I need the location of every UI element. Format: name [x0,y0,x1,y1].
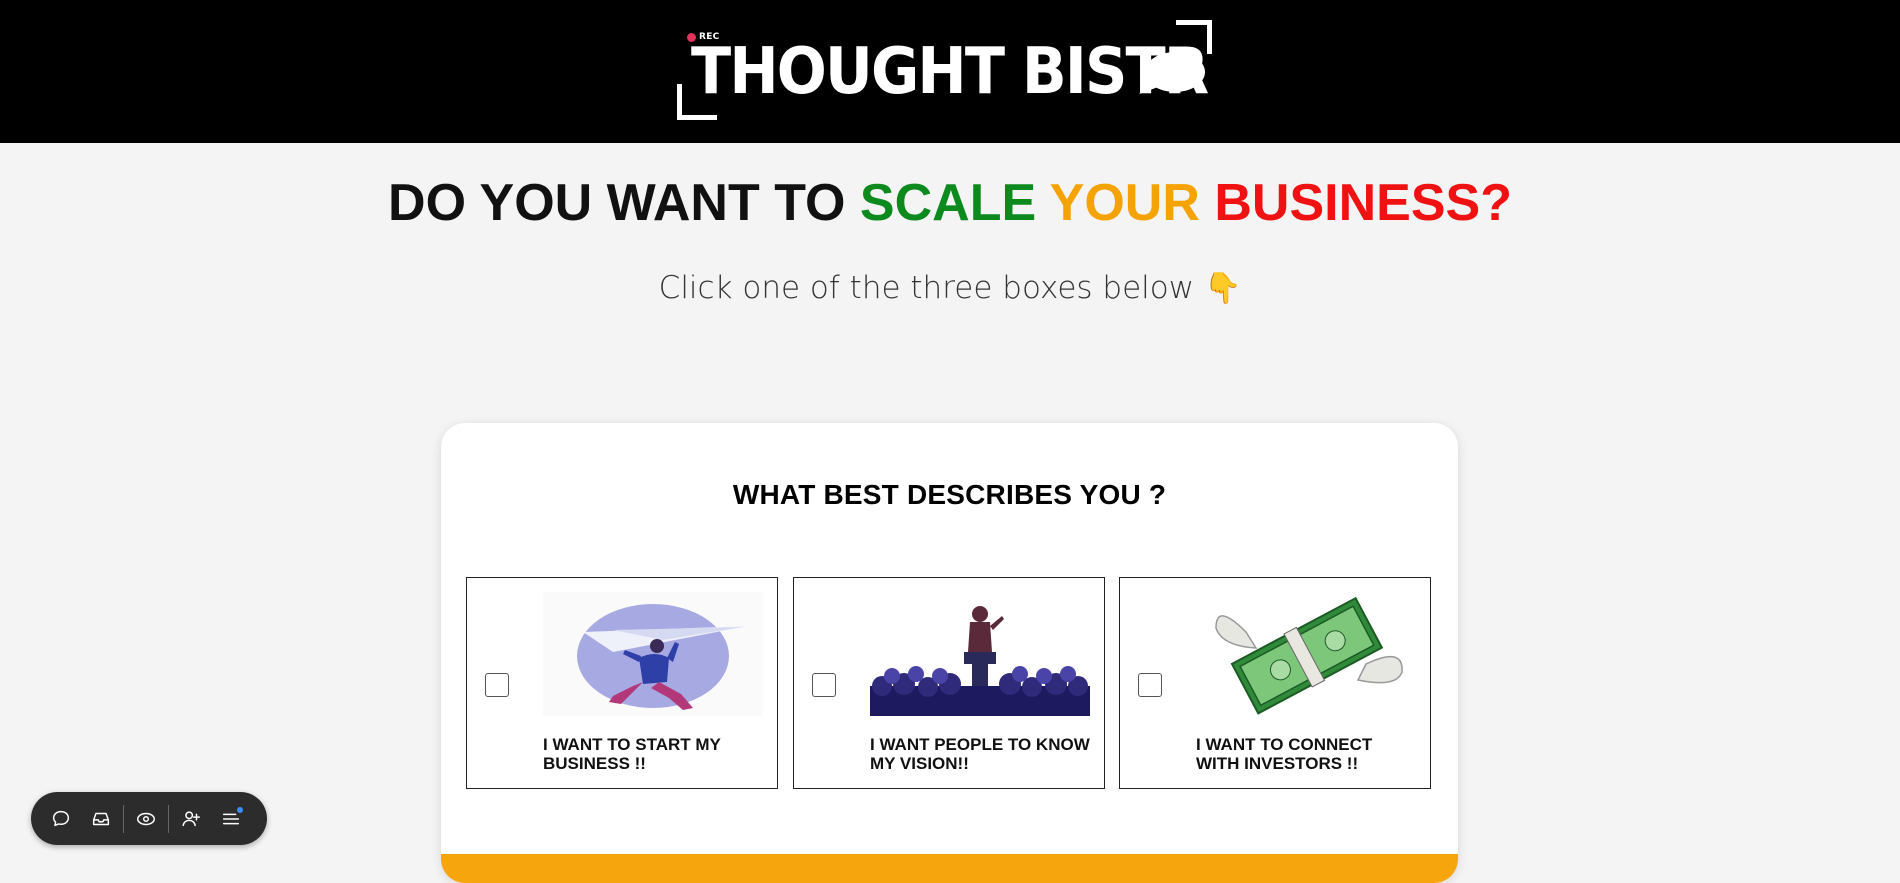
chat-button[interactable] [41,799,81,839]
toolbar-divider [123,804,124,833]
eye-icon [137,812,155,825]
hero-word-scale: SCALE [859,174,1050,232]
hero-word-business: BUSINESS? [1214,174,1512,232]
chat-icon [52,810,70,826]
card-title: WHAT BEST DESCRIBES YOU ? [732,479,1167,510]
option-checkbox[interactable] [812,673,836,697]
selection-card: WHAT BEST DESCRIBES YOU ? I WANT TO STAR… [441,423,1458,883]
paper-plane-runner-icon [543,592,763,716]
site-header: REC THOUGHT BISTR [0,0,1900,143]
option-checkbox[interactable] [485,673,509,697]
hero-word-your: YOUR [1049,174,1215,232]
subtitle-text: Click one of the three boxes below [658,270,1195,306]
speaker-crowd-icon [870,592,1090,716]
option-label: I WANT TO START MY BUSINESS !! [543,735,721,773]
toolbar-divider [168,804,169,833]
option-label: I WANT PEOPLE TO KNOW MY VISION!! [870,735,1090,773]
option-start-business[interactable]: I WANT TO START MY BUSINESS !! [466,577,778,789]
hero-subtitle: Click one of the three boxes below 👇 [0,270,1900,306]
logo-text: THOUGHT BISTR [691,35,1209,109]
pointing-down-hand-icon: 👇 [1203,271,1242,306]
view-button[interactable] [126,799,166,839]
floating-toolbar [31,792,267,845]
flying-money-icon [1196,592,1416,716]
option-label: I WANT TO CONNECT WITH INVESTORS !! [1196,735,1373,773]
menu-button[interactable] [211,799,251,839]
inbox-button[interactable] [81,799,121,839]
option-connect-investors[interactable]: I WANT TO CONNECT WITH INVESTORS !! [1119,577,1431,789]
thought-bistro-logo[interactable]: REC THOUGHT BISTR [677,18,1217,123]
hero-word-1: DO YOU WANT TO [388,174,860,232]
speech-bubble-icon [1139,52,1205,94]
option-share-vision[interactable]: I WANT PEOPLE TO KNOW MY VISION!! [793,577,1105,789]
inbox-icon [92,812,110,825]
add-user-icon [182,810,200,826]
add-user-button[interactable] [171,799,211,839]
option-checkbox[interactable] [1138,673,1162,697]
hero-title: DO YOU WANT TO SCALE YOUR BUSINESS? [0,172,1900,234]
continue-bar[interactable] [441,854,1458,883]
notification-dot [237,806,243,813]
